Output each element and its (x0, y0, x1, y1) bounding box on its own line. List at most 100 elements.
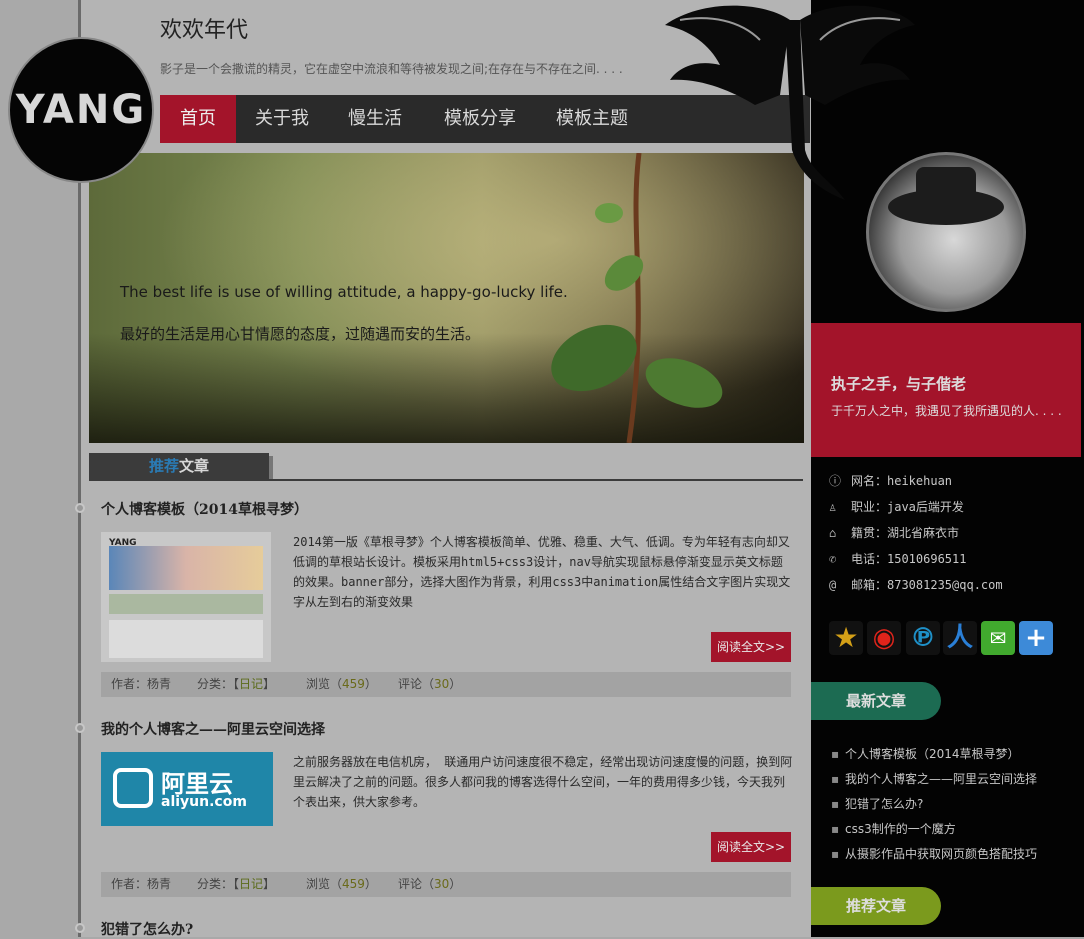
section-tab-shadow (269, 456, 273, 480)
comments-suffix: ） (449, 877, 462, 891)
phone-icon: ✆ (829, 552, 837, 566)
weibo-icon[interactable]: ◉ (867, 621, 901, 655)
latest-article-title[interactable]: 我的个人博客之——阿里云空间选择 (845, 772, 1037, 786)
bullet-icon: ▪ (831, 797, 840, 811)
banner-chinese-text: 最好的生活是用心甘情愿的态度，过随遇而安的生活。 (120, 325, 481, 343)
email-icon: @ (829, 578, 837, 592)
article-author: 作者：杨青 (111, 877, 172, 891)
latest-article-link[interactable]: ▪ css3制作的一个魔方 (831, 820, 956, 837)
home-icon: ⌂ (829, 526, 837, 540)
nav-item-about[interactable]: 关于我 (242, 95, 322, 143)
article-title[interactable]: 犯错了怎么办? (101, 919, 193, 939)
views-suffix: ） (364, 877, 377, 891)
timeline-dot (75, 923, 85, 933)
section-divider (89, 479, 803, 481)
article-title[interactable]: 我的个人博客之——阿里云空间选择 (101, 719, 325, 739)
renren-icon[interactable]: 人 (943, 621, 977, 655)
read-more-button[interactable]: 阅读全文>> (711, 632, 791, 662)
info-nickname: ⓘ 网名：heikehuan (829, 472, 952, 489)
latest-article-link[interactable]: ▪ 我的个人博客之——阿里云空间选择 (831, 770, 1037, 787)
thumbnail-strip (109, 594, 263, 614)
site-title[interactable]: 欢欢年代 (160, 12, 248, 44)
latest-article-title[interactable]: 个人博客模板（2014草根寻梦） (845, 747, 1020, 761)
share-plus-icon[interactable]: + (1019, 621, 1053, 655)
thumbnail-content (109, 620, 263, 658)
site-logo[interactable]: YANG (8, 37, 154, 183)
latest-article-title[interactable]: 犯错了怎么办? (845, 797, 923, 811)
timeline-dot (75, 723, 85, 733)
nav-item-template-share[interactable]: 模板分享 (433, 95, 527, 143)
info-job: ♙ 职业：java后端开发 (829, 498, 964, 515)
aliyun-logo-icon (113, 768, 153, 808)
comments-suffix: ） (449, 677, 462, 691)
info-nickname-text: 网名：heikehuan (851, 474, 953, 488)
article-excerpt: 之前服务器放在电信机房， 联通用户访问速度很不稳定，经常出现访问速度慢的问题，换… (293, 755, 793, 809)
views-count: 459 (342, 877, 365, 891)
article-views: 浏览（459） (306, 672, 377, 697)
latest-articles-header: 最新文章 (811, 682, 941, 720)
latest-article-link[interactable]: ▪ 从摄影作品中获取网页颜色搭配技巧 (831, 845, 1037, 862)
butterfly-decoration-icon (665, 5, 915, 200)
bullet-icon: ▪ (831, 747, 840, 761)
article-title[interactable]: 个人博客模板（2014草根寻梦） (101, 499, 308, 519)
article-thumbnail[interactable]: 阿里云 aliyun.com (101, 752, 273, 826)
qzone-icon[interactable]: ★ (829, 621, 863, 655)
bullet-icon: ▪ (831, 822, 840, 836)
recommended-articles-header: 推荐文章 (811, 887, 941, 925)
article-views: 浏览（459） (306, 872, 377, 897)
page: 欢欢年代 影子是一个会撒谎的精灵，它在虚空中流浪和等待被发现之间;在存在与不存在… (0, 0, 1084, 939)
article-comments[interactable]: 评论（30） (398, 872, 461, 897)
motto-title: 执子之手，与子偕老 (831, 375, 967, 393)
latest-article-title[interactable]: css3制作的一个魔方 (845, 822, 956, 836)
views-prefix: 浏览（ (306, 677, 343, 691)
section-tab-rest: 文章 (179, 457, 210, 475)
info-icon: ⓘ (829, 474, 842, 488)
info-email-text: 邮箱：873081235@qq.com (851, 578, 1003, 592)
comments-prefix: 评论（ (398, 877, 435, 891)
category-suffix: 】 (263, 877, 276, 891)
aliyun-logo-domain: aliyun.com (161, 794, 247, 810)
category-prefix: 分类：【 (197, 877, 240, 891)
comments-prefix: 评论（ (398, 677, 435, 691)
nav-item-template-theme[interactable]: 模板主题 (545, 95, 639, 143)
wechat-icon[interactable]: ✉ (981, 621, 1015, 655)
info-hometown: ⌂ 籍贯：湖北省麻衣市 (829, 524, 959, 541)
info-email: @ 邮箱：873081235@qq.com (829, 576, 1003, 593)
article-author: 作者：杨青 (111, 677, 172, 691)
views-suffix: ） (364, 677, 377, 691)
views-prefix: 浏览（ (306, 877, 343, 891)
article-comments[interactable]: 评论（30） (398, 672, 461, 697)
article-thumbnail[interactable]: YANG (101, 532, 271, 662)
latest-article-title[interactable]: 从摄影作品中获取网页颜色搭配技巧 (845, 847, 1037, 861)
tencent-weibo-icon[interactable]: ℗ (906, 621, 940, 655)
info-job-text: 职业：java后端开发 (851, 500, 964, 514)
user-icon: ♙ (829, 500, 837, 514)
timeline-dot (75, 503, 85, 513)
info-hometown-text: 籍贯：湖北省麻衣市 (851, 526, 960, 540)
latest-article-link[interactable]: ▪ 个人博客模板（2014草根寻梦） (831, 745, 1020, 762)
article-category-label: 分类：【日记】 (197, 672, 275, 697)
comments-count: 30 (434, 877, 450, 891)
views-count: 459 (342, 677, 365, 691)
article-meta: 作者：杨青 分类：【日记】 浏览（459） 评论（30） (101, 672, 791, 697)
bullet-icon: ▪ (831, 772, 840, 786)
section-tab-highlight: 推荐 (148, 457, 179, 475)
bullet-icon: ▪ (831, 847, 840, 861)
nav-item-slow-life[interactable]: 慢生活 (335, 95, 415, 143)
nav-item-home[interactable]: 首页 (160, 95, 236, 143)
article-meta: 作者：杨青 分类：【日记】 浏览（459） 评论（30） (101, 872, 791, 897)
info-phone: ✆ 电话：15010696511 (829, 550, 966, 567)
motto-subtitle: 于千万人之中，我遇见了我所遇见的人. . . . (831, 404, 1062, 418)
thumbnail-banner (109, 546, 263, 590)
article-category-link[interactable]: 日记 (239, 877, 263, 891)
category-suffix: 】 (263, 677, 276, 691)
article-category-link[interactable]: 日记 (239, 677, 263, 691)
section-tab-recommended: 推荐文章 (89, 453, 269, 480)
read-more-button[interactable]: 阅读全文>> (711, 832, 791, 862)
comments-count: 30 (434, 677, 450, 691)
article-category-label: 分类：【日记】 (197, 872, 275, 897)
category-prefix: 分类：【 (197, 677, 240, 691)
banner-english-text: The best life is use of willing attitude… (120, 283, 568, 301)
latest-article-link[interactable]: ▪ 犯错了怎么办? (831, 795, 923, 812)
article-excerpt: 2014第一版《草根寻梦》个人博客模板简单、优雅、稳重、大气、低调。专为年轻有志… (293, 535, 791, 609)
